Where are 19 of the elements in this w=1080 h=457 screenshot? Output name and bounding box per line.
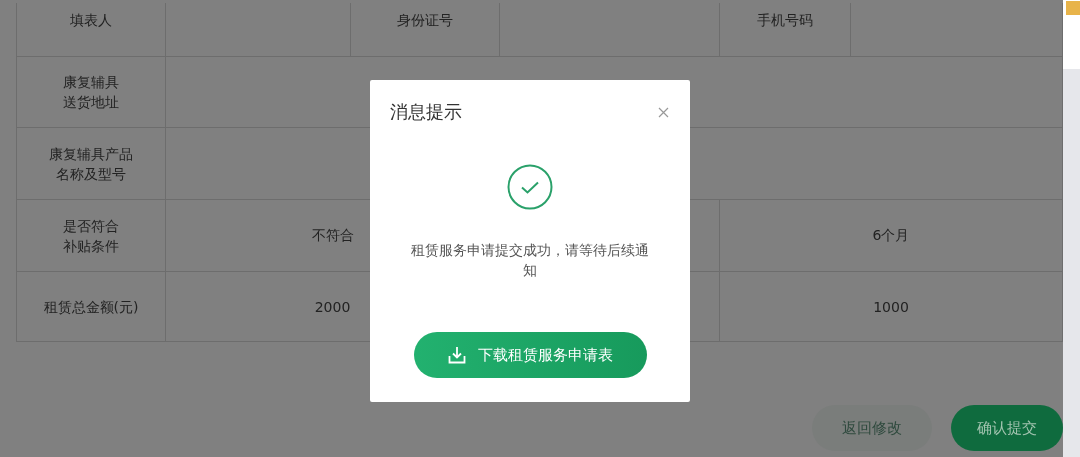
field-label: 填表人: [70, 12, 112, 30]
field-label: 租赁总金额(元): [43, 297, 139, 317]
submit-button[interactable]: 确认提交: [951, 405, 1063, 451]
success-check-icon: [507, 164, 553, 210]
close-icon[interactable]: [658, 106, 669, 118]
field-value: 6个月: [872, 226, 910, 245]
success-message: 租赁服务申请提交成功，请等待后续通知: [410, 241, 650, 280]
field-label: 手机号码: [757, 12, 813, 30]
field-label: 康复辅具 送货地址: [63, 73, 119, 112]
field-value: 2000: [314, 298, 351, 315]
download-icon: [447, 346, 466, 364]
field-value: 1000: [873, 298, 909, 315]
field-value: 不符合: [311, 226, 354, 245]
field-label: 身份证号: [397, 12, 453, 30]
back-button[interactable]: 返回修改: [812, 405, 932, 451]
dialog-title: 消息提示: [390, 100, 462, 124]
field-label: 康复辅具产品 名称及型号: [49, 144, 133, 184]
field-label: 是否符合 补贴条件: [63, 216, 119, 256]
download-button[interactable]: 下载租赁服务申请表: [413, 332, 647, 378]
